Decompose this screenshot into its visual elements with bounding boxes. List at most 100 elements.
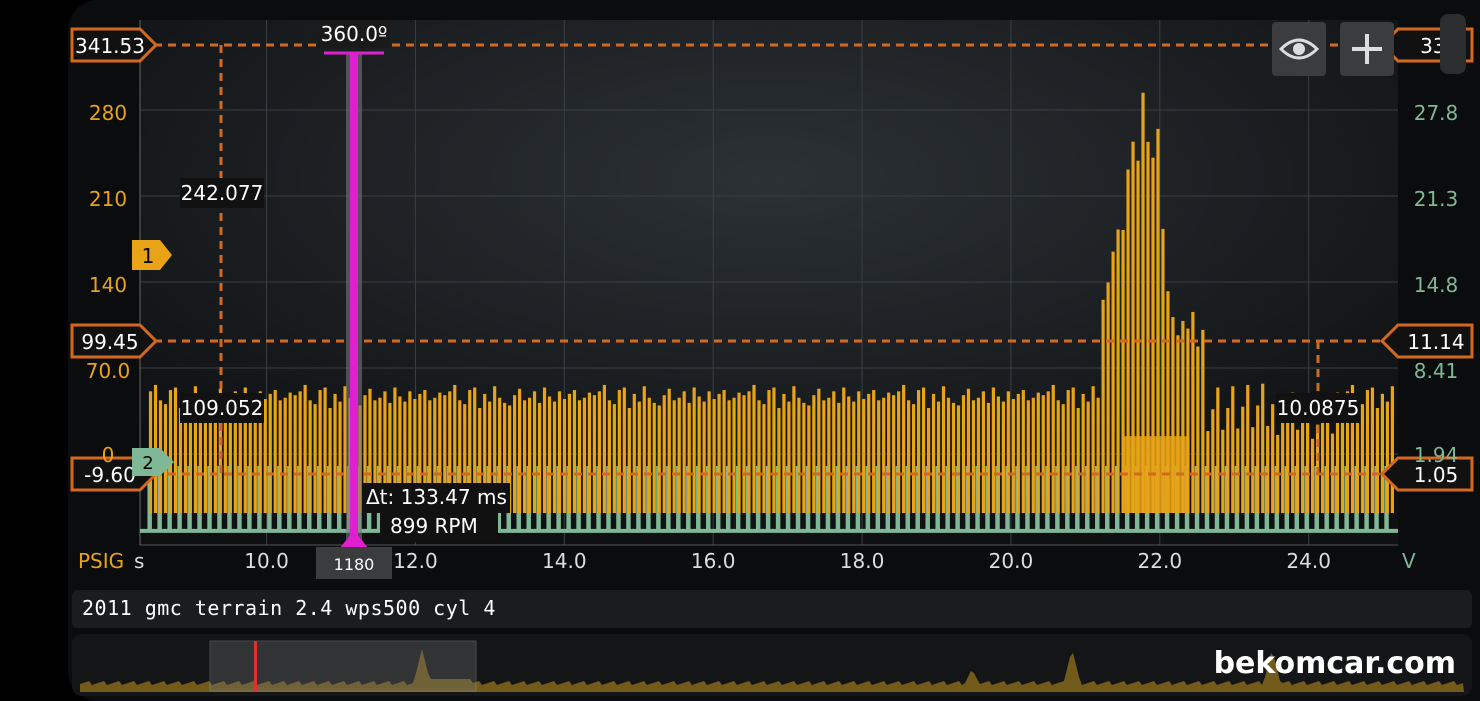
ch1-bar [607, 400, 611, 513]
ch1-bar [328, 407, 332, 513]
ch1-bar [273, 390, 277, 513]
ch1-bar [687, 402, 691, 513]
ch1-bar [1101, 299, 1105, 513]
ch1-bar [1196, 346, 1200, 513]
ch1-bar [877, 400, 881, 513]
ch1-bar [961, 395, 966, 513]
ch1-bar [1116, 229, 1120, 513]
ch1-bar [862, 399, 866, 513]
ch1-bar [1226, 407, 1230, 513]
ch1-bar [1251, 427, 1255, 513]
ch1-bar [333, 393, 337, 513]
ch1-bar [1380, 393, 1385, 513]
rpm-label: 899 RPM [390, 514, 478, 538]
ch1-bar [1026, 400, 1030, 513]
ch1-bar [956, 405, 961, 513]
ch1-bar [777, 407, 781, 513]
ch1-bar [926, 407, 931, 513]
ch1-bar [797, 397, 801, 513]
ch1-bar [513, 395, 517, 513]
ch1-bar [936, 401, 941, 513]
ch1-bar [293, 395, 297, 513]
ch1-bar [303, 384, 307, 513]
ch1-bar [318, 390, 322, 513]
ch1-bar [772, 387, 776, 513]
ch1-bar [268, 393, 272, 513]
right-unit-label: V [1402, 549, 1416, 573]
ch1-bar [812, 395, 816, 513]
cursor-b-value: 10.0875 [1277, 396, 1360, 420]
ch1-bar [1256, 405, 1260, 513]
ch1-bar [1011, 399, 1015, 513]
ch1-bar [173, 387, 178, 513]
ch1-bar [632, 393, 636, 513]
ch1-bar [178, 407, 183, 513]
ch1-bar [652, 402, 656, 513]
ch1-bar [1236, 428, 1240, 513]
ch1-bar [842, 387, 846, 513]
ch1-bar [622, 387, 626, 513]
ch1-bar [1241, 406, 1245, 513]
ch1-bar [802, 402, 806, 513]
ch1-tag-label: 1 [142, 244, 155, 268]
capture-title: 2011 gmc terrain 2.4 wps500 cyl 4 [82, 596, 496, 620]
ch1-bar [717, 393, 721, 513]
ch1-bar [1086, 401, 1090, 513]
ch1-bar [857, 391, 861, 513]
ch1-bar [1021, 390, 1025, 513]
ch1-bar [647, 397, 651, 513]
ch1-bar [767, 390, 771, 513]
ch1-bar [1051, 384, 1055, 513]
ch1-bar [986, 402, 991, 513]
ch1-bar [822, 400, 826, 513]
x-tick-label: 10.0 [244, 549, 289, 573]
ch1-bar [1281, 420, 1285, 513]
ch1-bar [677, 397, 681, 513]
ch1-bar [1081, 393, 1085, 513]
brand-watermark: bekomcar.com [1213, 646, 1456, 681]
ch1-bar [567, 393, 572, 513]
ch1-bar [722, 390, 726, 513]
overview-window [209, 640, 477, 692]
rpm-cursor-line [350, 52, 358, 540]
scrollbar-handle[interactable] [1440, 14, 1466, 74]
ch1-bar [627, 407, 631, 513]
ch1-bar [1206, 431, 1210, 513]
ch1-bar [1056, 400, 1060, 513]
ch1-bar [1365, 390, 1370, 513]
ch1-bar [672, 400, 676, 513]
ch1-bar [642, 386, 646, 513]
cursor-a-value: 242.077 [181, 181, 264, 205]
ch1-bar [1066, 390, 1070, 513]
marker-value-left-top: 341.53 [75, 34, 145, 58]
view-toggle-button[interactable] [1272, 22, 1326, 76]
ch1-bar [657, 405, 661, 513]
ch1-bar [931, 393, 936, 513]
ch1-bar [737, 392, 741, 513]
ch1-bar [298, 391, 302, 513]
ch1-bar [1001, 401, 1005, 513]
ch1-bar [617, 390, 621, 513]
ch1-bar [692, 387, 696, 513]
ch1-bar [577, 400, 582, 513]
ch1-bar [951, 402, 956, 513]
ch1-bar [1076, 407, 1080, 513]
right-tick-label: 14.8 [1414, 273, 1459, 297]
x-tick-label: 20.0 [989, 549, 1034, 573]
capture-title-bar: 2011 gmc terrain 2.4 wps500 cyl 4 [72, 590, 1472, 628]
ch1-bar [762, 404, 766, 513]
add-channel-button[interactable] [1340, 22, 1394, 76]
ch1-bar [832, 391, 836, 513]
ch1-bar [892, 395, 896, 513]
ch1-bar [757, 400, 761, 513]
ch1-bar [582, 397, 587, 513]
ch1-bar [308, 400, 312, 513]
x-tick-label: 22.0 [1138, 549, 1183, 573]
eye-icon [1279, 38, 1319, 60]
ch1-bar [662, 395, 666, 513]
ch1-bar [612, 404, 616, 513]
ch1-bar [897, 391, 901, 513]
ch1-bar [807, 405, 811, 513]
ch1-bar [946, 397, 951, 513]
ch2-tag-label: 2 [142, 453, 153, 474]
